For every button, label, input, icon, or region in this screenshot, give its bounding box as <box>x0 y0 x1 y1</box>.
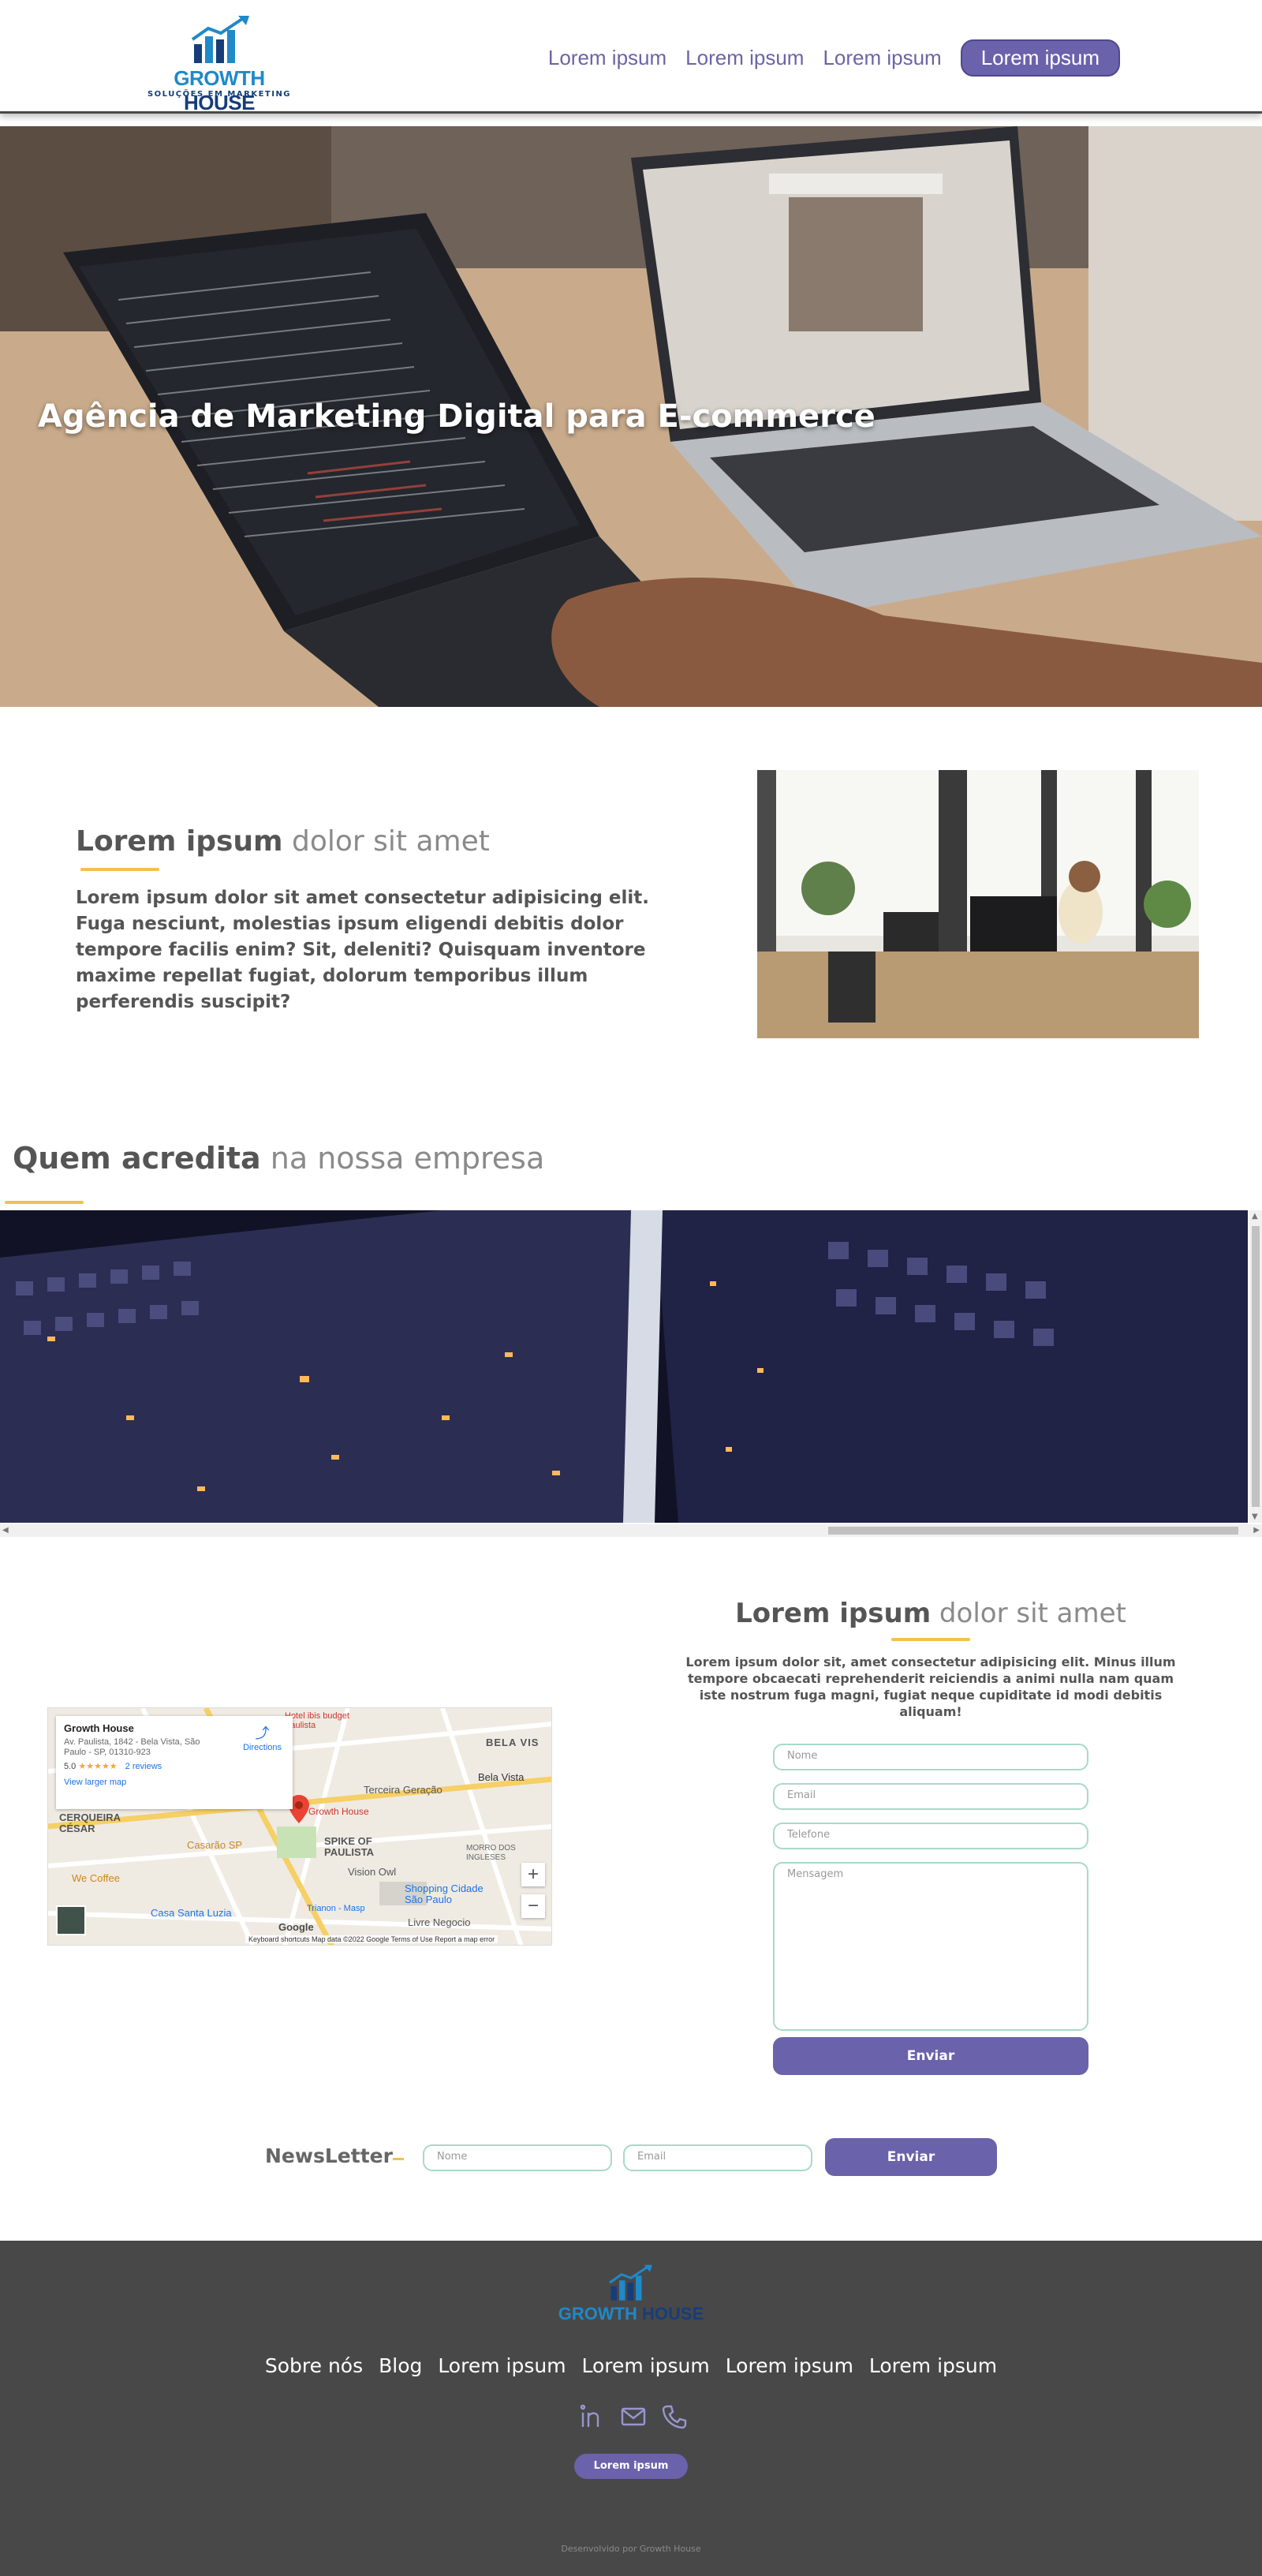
name-field[interactable]: Nome <box>773 1744 1088 1770</box>
map-label: Hotel ibis budget Paulista <box>285 1711 349 1730</box>
contact-submit-button[interactable]: Enviar <box>773 2037 1088 2075</box>
zoom-out-button[interactable]: − <box>521 1894 545 1918</box>
about-text: Lorem ipsum dolor sit amet consectetur a… <box>76 888 650 1012</box>
map-layers-thumbnail[interactable] <box>56 1905 86 1935</box>
nav-link-1[interactable]: Lorem ipsum <box>548 46 666 70</box>
partners-carousel[interactable] <box>0 1210 1248 1523</box>
partners-title-underline <box>5 1201 84 1204</box>
map-label: CERQUEIRA CÉSAR <box>59 1811 121 1834</box>
newsletter-email-field[interactable]: Email <box>623 2144 812 2171</box>
nav-link-2[interactable]: Lorem ipsum <box>685 46 804 70</box>
partners-title: Quem acredita na nossa empresa <box>13 1141 545 1176</box>
google-logo: Google <box>278 1921 314 1933</box>
view-larger-map-link[interactable]: View larger map <box>64 1778 285 1787</box>
office-image <box>757 770 1199 1038</box>
directions-icon: ⤴ <box>255 1725 270 1741</box>
map-pin-label: Growth House <box>308 1806 369 1817</box>
map-label: We Coffee <box>72 1872 120 1884</box>
page: GROWTH HOUSE SOLUÇÕES EM MARKETING Lorem… <box>0 0 1262 2576</box>
footer-link-sobre[interactable]: Sobre nós <box>265 2354 363 2377</box>
logo-chart-icon <box>191 16 249 63</box>
carousel-vertical-scrollbar[interactable]: ▲ ▼ <box>1249 1210 1262 1523</box>
footer-link-5[interactable]: Lorem ipsum <box>726 2354 853 2377</box>
phone-icon[interactable] <box>661 2403 688 2430</box>
buildings-image <box>0 1210 1248 1523</box>
newsletter-dash <box>393 2158 404 2160</box>
map-label: Shopping Cidade São Paulo <box>405 1882 484 1905</box>
map-rating: 5.0 ★★★★★ 2 reviews <box>64 1762 162 1771</box>
email-field[interactable]: Email <box>773 1783 1088 1810</box>
footer-link-6[interactable]: Lorem ipsum <box>869 2354 997 2377</box>
newsletter-submit-button[interactable]: Enviar <box>825 2138 997 2176</box>
nav-cta-button[interactable]: Lorem ipsum <box>960 39 1120 77</box>
mail-icon[interactable] <box>620 2403 647 2430</box>
footer-link-3[interactable]: Lorem ipsum <box>438 2354 566 2377</box>
map-label: Terceira Geração <box>364 1784 442 1796</box>
map-label: Bela Vista <box>478 1771 525 1783</box>
message-field[interactable]: Mensagem <box>773 1862 1088 2031</box>
map-place-address: Av. Paulista, 1842 - Bela Vista, São Pau… <box>64 1737 200 1757</box>
footer-logo-chart-icon <box>609 2264 652 2301</box>
footer-logo[interactable]: GROWTH HOUSE <box>552 2264 710 2332</box>
footer-logo-name: GROWTH HOUSE <box>558 2304 704 2324</box>
site-header: GROWTH HOUSE SOLUÇÕES EM MARKETING Lorem… <box>0 0 1262 114</box>
map-label: BELA VIS <box>486 1737 540 1748</box>
footer-link-4[interactable]: Lorem ipsum <box>582 2354 710 2377</box>
zoom-in-button[interactable]: + <box>521 1863 545 1886</box>
directions-button[interactable]: ⤴ Directions <box>243 1722 282 1752</box>
map-label: Trianon - Masp <box>307 1904 365 1913</box>
map-label: SPIKE OF PAULISTA <box>324 1835 375 1858</box>
map-place-card: Growth House Av. Paulista, 1842 - Bela V… <box>56 1716 293 1809</box>
newsletter-label: NewsLetter <box>265 2144 393 2167</box>
main-nav: Lorem ipsum Lorem ipsum Lorem ipsum Lore… <box>548 39 1120 77</box>
contact-title-underline <box>891 1638 970 1641</box>
contact-text: Lorem ipsum dolor sit, amet consectetur … <box>685 1654 1176 1719</box>
map-reviews-link[interactable]: 2 reviews <box>125 1762 162 1771</box>
map-label: Vision Owl <box>348 1866 397 1878</box>
map-attribution[interactable]: Keyboard shortcuts Map data ©2022 Google… <box>245 1935 498 1943</box>
nav-link-3[interactable]: Lorem ipsum <box>823 46 941 70</box>
carousel-horizontal-scrollbar[interactable]: ◀ ▶ <box>0 1524 1262 1537</box>
map-label: Casarão SP <box>187 1839 243 1851</box>
phone-field[interactable]: Telefone <box>773 1823 1088 1849</box>
hero-banner: Agência de Marketing Digital para E-comm… <box>0 126 1262 707</box>
site-footer: GROWTH HOUSE Sobre nós Blog Lorem ipsum … <box>0 2241 1262 2576</box>
about-title-underline <box>80 868 159 871</box>
hero-title: Agência de Marketing Digital para E-comm… <box>38 398 876 435</box>
footer-social-icons <box>579 2403 688 2430</box>
newsletter-name-field[interactable]: Nome <box>423 2144 612 2171</box>
footer-copyright: Desenvolvido por Growth House <box>561 2544 701 2554</box>
footer-button[interactable]: Lorem ipsum <box>574 2454 688 2479</box>
map-label: Casa Santa Luzia <box>151 1907 232 1919</box>
map-label: Livre Negocio <box>408 1916 471 1928</box>
logo[interactable]: GROWTH HOUSE SOLUÇÕES EM MARKETING <box>140 13 298 114</box>
footer-link-blog[interactable]: Blog <box>379 2354 422 2377</box>
about-title: Lorem ipsum dolor sit amet <box>76 825 490 858</box>
linkedin-icon[interactable] <box>579 2403 606 2430</box>
contact-title: Lorem ipsum dolor sit amet <box>735 1598 1126 1629</box>
map-label: MORRO DOS INGLESES <box>466 1844 516 1862</box>
footer-links: Sobre nós Blog Lorem ipsum Lorem ipsum L… <box>0 2354 1262 2377</box>
google-map[interactable]: BELA VIS Bela Vista Terceira Geração CER… <box>47 1707 552 1946</box>
logo-tagline: SOLUÇÕES EM MARKETING <box>147 90 292 99</box>
